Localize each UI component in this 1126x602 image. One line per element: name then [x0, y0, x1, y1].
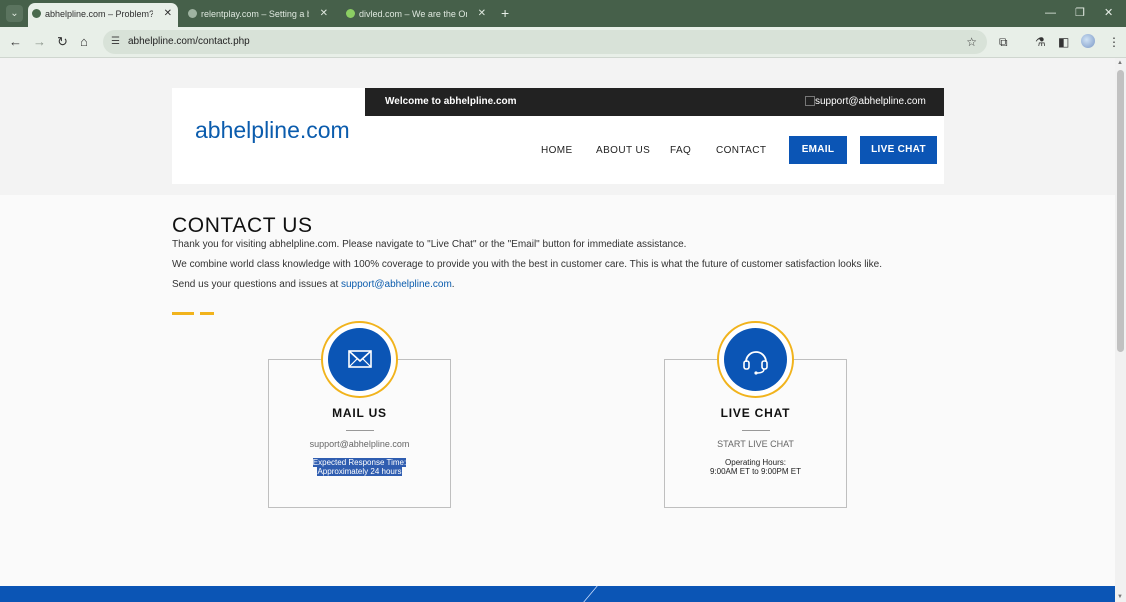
new-tab-button[interactable]: + [501, 5, 509, 21]
reload-icon[interactable]: ↻ [57, 33, 68, 51]
side-panel-icon[interactable]: ◧ [1058, 33, 1069, 51]
restore-icon[interactable]: ❐ [1075, 5, 1085, 21]
card-title: MAIL US [332, 406, 387, 420]
favicon-icon [32, 9, 41, 18]
headset-icon [743, 351, 768, 375]
chat-icon-badge[interactable] [717, 321, 794, 398]
tab-strip: ⌄ abhelpline.com – Problem? We ✕ relentp… [0, 0, 1126, 27]
profile-avatar[interactable] [1081, 34, 1095, 48]
send-paragraph: Send us your questions and issues at sup… [172, 278, 455, 292]
labs-icon[interactable]: ⚗ [1035, 33, 1046, 51]
menu-kebab-icon[interactable]: ⋮ [1108, 33, 1120, 51]
card-divider [346, 430, 374, 431]
tab-search-button[interactable]: ⌄ [6, 5, 23, 22]
site-info-icon[interactable]: ☰ [111, 34, 120, 50]
intro-paragraph: Thank you for visiting abhelpline.com. P… [172, 239, 687, 250]
extensions-icon[interactable]: ⧉ [999, 33, 1008, 51]
email-button[interactable]: EMAIL [789, 136, 847, 164]
send-prefix: Send us your questions and issues at [172, 279, 341, 290]
support-email-link[interactable]: support@abhelpline.com [341, 279, 452, 290]
card-title: LIVE CHAT [720, 406, 791, 420]
footer-band [0, 586, 1115, 602]
minimize-icon[interactable]: — [1045, 5, 1056, 21]
mail-icon-badge[interactable] [321, 321, 398, 398]
mail-icon [805, 96, 815, 106]
response-label: Expected Response Time: [312, 458, 407, 467]
nav-about-us[interactable]: ABOUT US [596, 144, 650, 158]
tab-title: relentplay.com – Setting a bold [201, 9, 309, 19]
favicon-icon [188, 9, 197, 18]
tab-title: divled.com – We are the Ones [359, 9, 467, 19]
scroll-down-icon[interactable]: ▼ [1117, 594, 1123, 600]
accent-dash [200, 312, 214, 315]
back-arrow-icon[interactable]: ← [9, 33, 22, 51]
tab-abhelpline[interactable]: abhelpline.com – Problem? We ✕ [28, 3, 178, 27]
scroll-thumb[interactable] [1117, 70, 1124, 352]
response-time: Expected Response Time: Approximately 24… [269, 458, 450, 476]
operating-hours: Operating Hours: 9:00AM ET to 9:00PM ET [665, 458, 846, 476]
tab-close-icon[interactable]: ✕ [164, 3, 172, 25]
nav-faq[interactable]: FAQ [670, 144, 691, 158]
card-divider [742, 430, 770, 431]
welcome-text: Welcome to abhelpline.com [385, 96, 517, 107]
send-suffix: . [451, 279, 455, 290]
favicon-icon [346, 9, 355, 18]
tab-close-icon[interactable]: ✕ [320, 3, 328, 25]
live-chat-button[interactable]: LIVE CHAT [860, 136, 937, 164]
tab-divled[interactable]: divled.com – We are the Ones ✕ [342, 3, 492, 27]
browser-toolbar: ← → ↻ ⌂ ☰ abhelpline.com/contact.php ☆ ⧉… [0, 27, 1126, 58]
envelope-icon [348, 350, 372, 368]
nav-contact[interactable]: CONTACT [716, 144, 766, 158]
tab-title: abhelpline.com – Problem? We [45, 9, 153, 19]
home-icon[interactable]: ⌂ [80, 33, 88, 51]
accent-dash [172, 312, 194, 315]
start-live-chat-link[interactable]: START LIVE CHAT [665, 438, 846, 450]
bookmark-star-icon[interactable]: ☆ [966, 34, 977, 50]
page-scrollbar[interactable]: ▲ ▼ [1115, 58, 1126, 602]
top-email-link[interactable]: support@abhelpline.com [815, 95, 926, 109]
top-bar: Welcome to abhelpline.com support@abhelp… [365, 88, 944, 116]
response-value: Approximately 24 hours [317, 467, 402, 476]
hours-label: Operating Hours: [725, 458, 786, 467]
hours-value: 9:00AM ET to 9:00PM ET [709, 467, 801, 476]
chevron-down-icon: ⌄ [10, 8, 19, 19]
nav-home[interactable]: HOME [541, 144, 573, 158]
url-text: abhelpline.com/contact.php [128, 36, 250, 47]
window-close-icon[interactable]: ✕ [1104, 5, 1113, 21]
card-email[interactable]: support@abhelpline.com [269, 438, 450, 450]
page-viewport: abhelpline.com Welcome to abhelpline.com… [0, 58, 1115, 602]
tab-relentplay[interactable]: relentplay.com – Setting a bold ✕ [184, 3, 334, 27]
page-title: CONTACT US [172, 214, 313, 237]
forward-arrow-icon[interactable]: → [33, 33, 46, 51]
site-header: abhelpline.com Welcome to abhelpline.com… [172, 88, 944, 184]
tab-close-icon[interactable]: ✕ [478, 3, 486, 25]
scroll-up-icon[interactable]: ▲ [1117, 60, 1123, 66]
address-bar[interactable]: ☰ abhelpline.com/contact.php ☆ [103, 30, 987, 54]
coverage-paragraph: We combine world class knowledge with 10… [172, 259, 882, 270]
site-logo[interactable]: abhelpline.com [195, 115, 350, 145]
